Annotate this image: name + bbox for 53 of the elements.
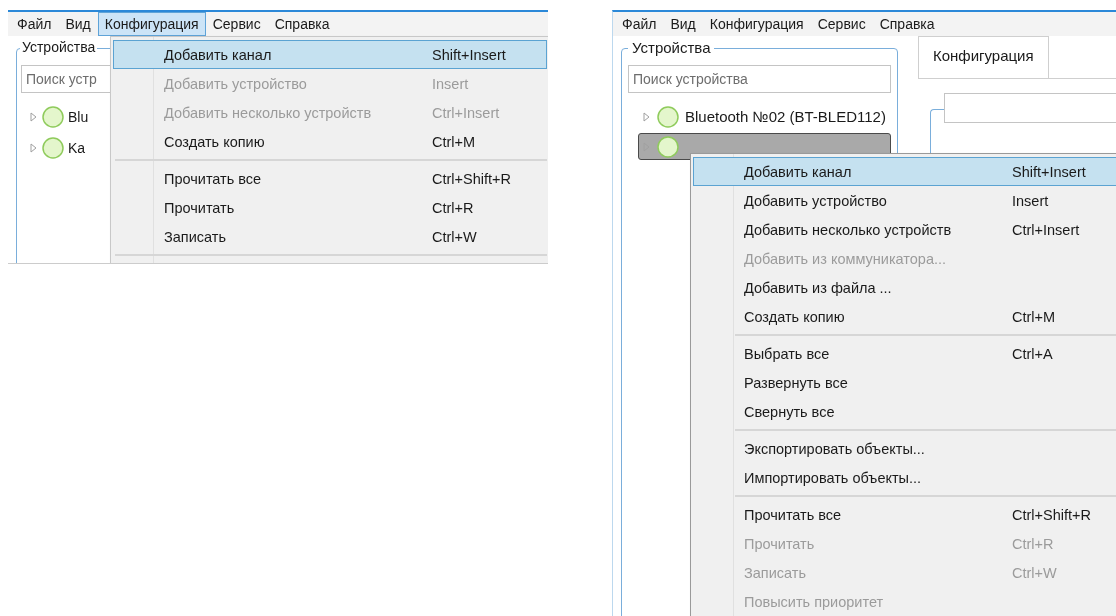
input-field[interactable] xyxy=(943,93,1116,123)
menu-item[interactable]: Прочитать Ctrl+R xyxy=(113,193,547,222)
shortcut-text: Insert xyxy=(432,75,470,92)
shortcut-text: Ctrl+Shift+R xyxy=(432,170,512,187)
menu-item[interactable]: Прочитать все Ctrl+Shift+R xyxy=(113,164,547,193)
menu-item[interactable]: Прочитать все Ctrl+Shift+R xyxy=(693,500,1116,529)
menu-bar-item[interactable]: Конфигурация xyxy=(97,12,206,36)
menu-item[interactable]: Экспортировать объекты... xyxy=(693,434,1116,463)
menu-item[interactable]: Создать копию Ctrl+M xyxy=(693,302,1116,331)
menu-item[interactable]: Выбрать все Ctrl+A xyxy=(693,339,1116,368)
shortcut-text: Ctrl+R xyxy=(1012,535,1055,552)
menu-bar-item[interactable]: Файл xyxy=(10,12,59,36)
expand-arrow-icon xyxy=(643,111,651,122)
shortcut-text: Ctrl+R xyxy=(432,199,475,216)
menu-bar-item[interactable]: Конфигурация xyxy=(702,12,811,36)
menu-item[interactable]: Добавить из файла ... xyxy=(693,273,1116,302)
menu-item[interactable]: Добавить канал Shift+Insert xyxy=(113,40,547,69)
shortcut-text: Shift+Insert xyxy=(1012,163,1087,180)
menu-bar-item[interactable]: Вид xyxy=(58,12,98,36)
search-field[interactable]: Поиск устройства xyxy=(628,65,891,93)
group-title: Устройства xyxy=(628,39,715,56)
shortcut-text: Ctrl+A xyxy=(1012,345,1054,362)
group-title: Устройства xyxy=(20,39,98,55)
status-circle-icon xyxy=(42,136,64,159)
menu-item[interactable]: Добавить несколько устройств Ctrl+Insert xyxy=(693,215,1116,244)
tab[interactable]: Конфигурация xyxy=(917,36,1049,78)
menu-item[interactable]: Импортировать объекты... xyxy=(693,463,1116,492)
shortcut-text: Shift+Insert xyxy=(432,46,507,63)
shortcut-text: Ctrl+Insert xyxy=(1012,221,1081,238)
status-circle-icon xyxy=(42,105,64,128)
shortcut-text: Ctrl+M xyxy=(432,133,477,150)
menu-bar-item[interactable]: Вид xyxy=(663,12,703,36)
shortcut-text: Insert xyxy=(1012,192,1050,209)
menu-item[interactable]: Добавить устройство Insert xyxy=(693,186,1116,215)
shortcut-text: Ctrl+W xyxy=(432,228,478,245)
status-circle-icon xyxy=(657,135,679,158)
expand-arrow-icon xyxy=(30,142,38,153)
shortcut-text: Ctrl+Insert xyxy=(432,104,501,121)
status-circle-icon xyxy=(657,105,679,128)
expand-arrow-icon xyxy=(30,111,38,122)
menu-bar-item[interactable]: Справка xyxy=(872,12,942,36)
tree-item[interactable]: Bluetooth №02 (BT-BLED112) xyxy=(638,103,891,130)
shortcut-text: Ctrl+M xyxy=(1012,308,1057,325)
menu-item[interactable]: Записать Ctrl+W xyxy=(113,222,547,251)
menu-item[interactable]: Свернуть все xyxy=(693,397,1116,426)
menu-bar-item[interactable]: Справка xyxy=(267,12,337,36)
menu-item[interactable]: Развернуть все xyxy=(693,368,1116,397)
menu-item[interactable]: Добавить канал Shift+Insert xyxy=(693,157,1116,186)
menu-bar-item[interactable]: Сервис xyxy=(810,12,873,36)
menu-bar-item[interactable]: Файл xyxy=(615,12,664,36)
menu-bar-item[interactable]: Сервис xyxy=(205,12,268,36)
shortcut-text: Ctrl+Shift+R xyxy=(1012,506,1092,523)
shortcut-text: Ctrl+W xyxy=(1012,564,1058,581)
